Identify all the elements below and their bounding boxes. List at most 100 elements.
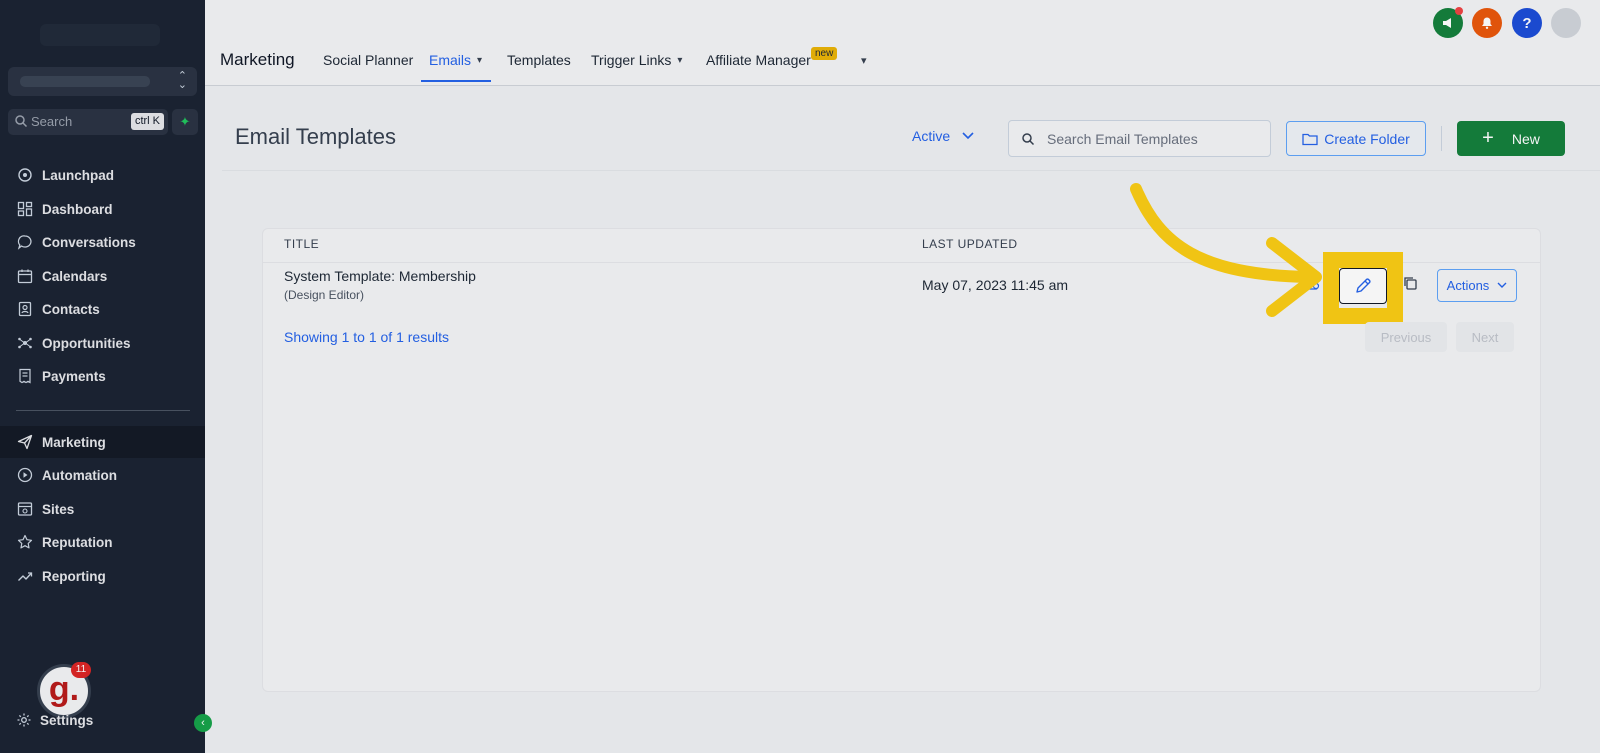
sidebar-search[interactable]: Search ctrl K: [8, 109, 168, 135]
unread-indicator: [1455, 7, 1463, 15]
sidebar-item-label: Reputation: [42, 534, 113, 550]
section-title: Marketing: [220, 50, 295, 69]
tab-label: Emails: [429, 52, 472, 68]
tab-affiliate-manager[interactable]: Affiliate Manager: [706, 52, 811, 68]
opportunities-icon: [16, 334, 34, 352]
create-folder-label: Create Folder: [1324, 130, 1410, 147]
new-template-button[interactable]: + New: [1457, 121, 1565, 156]
template-editor-type: (Design Editor): [284, 288, 365, 302]
column-header-last-updated: LAST UPDATED: [922, 237, 1018, 251]
edit-template-button[interactable]: [1339, 268, 1387, 304]
help-button[interactable]: ?: [1512, 8, 1542, 38]
more-tabs-chevron-icon[interactable]: ▾: [861, 54, 867, 67]
new-badge: new: [811, 47, 838, 60]
marketing-icon: [16, 433, 34, 451]
sidebar-item-label: Sites: [42, 501, 75, 517]
tab-label: Trigger Links: [591, 52, 672, 68]
duplicate-icon[interactable]: [1399, 272, 1421, 294]
folder-icon: [1302, 133, 1318, 145]
sidebar-item-reporting[interactable]: Reporting: [0, 560, 205, 592]
sidebar-item-marketing[interactable]: Marketing: [0, 426, 205, 458]
sidebar-divider: [16, 410, 190, 411]
actions-label: Actions: [1446, 278, 1490, 293]
template-title[interactable]: System Template: Membership: [284, 268, 476, 284]
account-switcher[interactable]: ⌃ ⌄: [8, 67, 197, 96]
user-avatar[interactable]: [1551, 8, 1581, 38]
sidebar-item-conversations[interactable]: Conversations: [0, 226, 205, 258]
tab-trigger-links[interactable]: Trigger Links ▾: [591, 52, 682, 68]
tutorial-arrow-icon: [1130, 183, 1322, 317]
sidebar-item-launchpad[interactable]: Launchpad: [0, 159, 205, 191]
reporting-icon: [16, 567, 34, 585]
page-title: Email Templates: [235, 124, 396, 149]
launchpad-icon: [16, 166, 34, 184]
chevron-down-icon: ▾: [477, 54, 483, 66]
toolbar-separator: [1441, 126, 1442, 151]
template-search[interactable]: [1008, 120, 1271, 157]
calendar-icon: [16, 267, 34, 285]
tab-social-planner[interactable]: Social Planner: [323, 52, 413, 68]
sidebar-item-payments[interactable]: Payments: [0, 360, 205, 392]
sidebar-item-dashboard[interactable]: Dashboard: [0, 193, 205, 225]
gear-icon: [17, 713, 31, 727]
sidebar-search-placeholder: Search: [31, 114, 73, 129]
top-navigation: Marketing Social Planner Emails ▾ Templat…: [205, 0, 1600, 86]
tab-label: Templates: [507, 52, 571, 68]
sites-icon: [16, 500, 34, 518]
tab-emails[interactable]: Emails ▾: [429, 52, 482, 68]
sidebar-item-label: Dashboard: [42, 201, 113, 217]
new-button-label: New: [1511, 130, 1540, 147]
sidebar-item-contacts[interactable]: Contacts: [0, 293, 205, 325]
sidebar-item-label: Reporting: [42, 568, 106, 584]
sidebar-item-calendars[interactable]: Calendars: [0, 260, 205, 292]
sidebar-item-label: Marketing: [42, 434, 106, 450]
sidebar-item-opportunities[interactable]: Opportunities: [0, 327, 205, 359]
search-icon: [1022, 133, 1035, 146]
sidebar-item-label: Launchpad: [42, 167, 115, 183]
template-last-updated: May 07, 2023 11:45 am: [922, 277, 1069, 293]
dashboard-icon: [16, 200, 34, 218]
active-tab-indicator: [421, 80, 491, 82]
create-folder-button[interactable]: Create Folder: [1286, 121, 1426, 156]
tab-templates[interactable]: Templates: [507, 52, 571, 68]
star-icon: [16, 533, 34, 551]
sidebar-item-label: Calendars: [42, 268, 108, 284]
pencil-icon: [1356, 278, 1371, 293]
results-summary: Showing 1 to 1 of 1 results: [284, 329, 449, 345]
sidebar-item-reputation[interactable]: Reputation: [0, 526, 205, 558]
chevron-down-icon: [962, 132, 974, 140]
search-icon: [15, 115, 28, 128]
chevron-down-icon: [1497, 282, 1507, 288]
tab-label: Social Planner: [323, 52, 414, 68]
tab-label: Affiliate Manager: [706, 52, 811, 68]
row-actions-dropdown[interactable]: Actions: [1437, 269, 1517, 302]
company-logo: [40, 24, 160, 46]
notifications-bell-icon[interactable]: [1472, 8, 1502, 38]
payments-icon: [16, 367, 34, 385]
next-page-button[interactable]: Next: [1456, 322, 1514, 352]
chevron-down-icon: ▾: [677, 54, 683, 66]
sidebar-item-label: Payments: [42, 368, 106, 384]
sidebar-item-label: Contacts: [42, 301, 100, 317]
sidebar-item-label: Settings: [40, 712, 94, 728]
search-input[interactable]: [1047, 121, 1267, 156]
conversations-icon: [16, 233, 34, 251]
sidebar-item-label: Conversations: [42, 234, 136, 250]
status-filter-dropdown[interactable]: Active: [912, 128, 974, 144]
sidebar: ⌃ ⌄ Search ctrl K ✦ Launchpad Dashboard C…: [0, 0, 212, 753]
sidebar-item-settings[interactable]: Settings: [16, 712, 93, 728]
column-header-title: TITLE: [284, 237, 320, 251]
plus-icon: +: [1482, 127, 1494, 149]
sparkle-icon[interactable]: ✦: [172, 109, 198, 135]
sidebar-item-label: Opportunities: [42, 335, 131, 351]
collapse-sidebar-button[interactable]: ‹: [194, 714, 212, 732]
header-divider: [222, 170, 1600, 171]
chevron-updown-icon: ⌃ ⌄: [177, 70, 187, 91]
previous-page-button[interactable]: Previous: [1365, 322, 1447, 352]
sidebar-item-automation[interactable]: Automation: [0, 459, 205, 491]
shortcut-badge: ctrl K: [130, 113, 164, 130]
status-filter-value: Active: [912, 128, 951, 144]
account-name-blurred: [20, 76, 150, 87]
sidebar-item-sites[interactable]: Sites: [0, 493, 205, 525]
notification-count-badge: 11: [71, 662, 91, 678]
